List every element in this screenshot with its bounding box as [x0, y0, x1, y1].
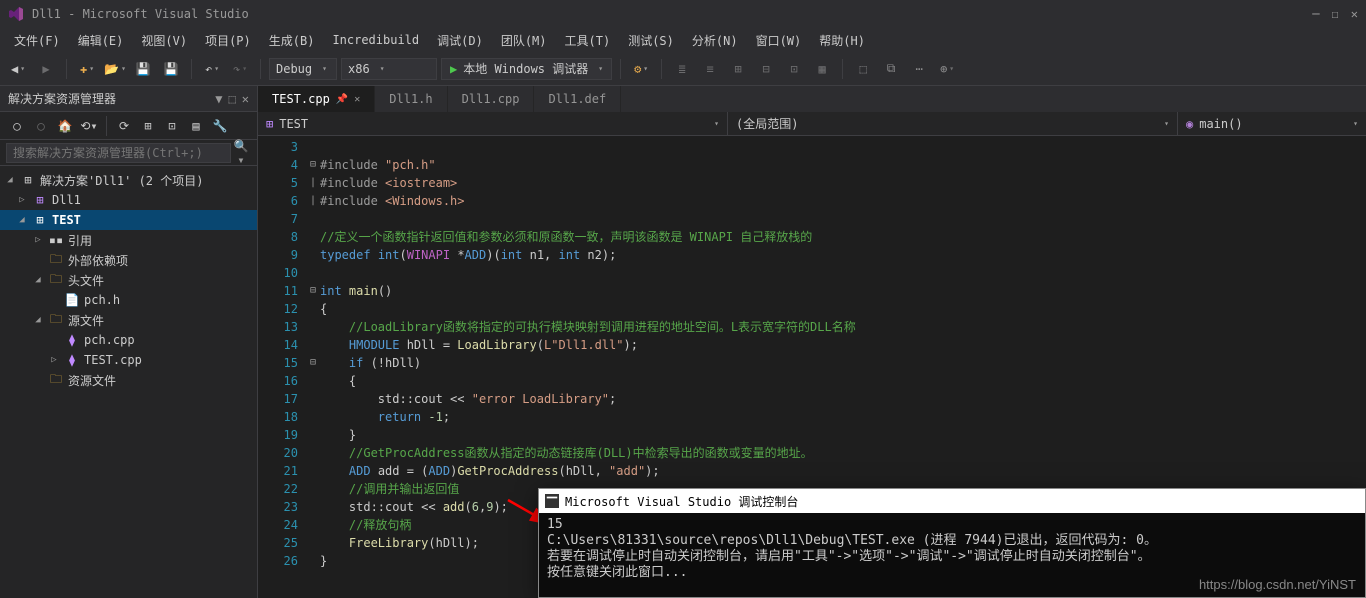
sb-back-icon[interactable]: ◯ — [30, 115, 52, 137]
tool-btn-5[interactable]: ⊟ — [754, 57, 778, 81]
menu-item[interactable]: 测试(S) — [620, 29, 682, 52]
explorer-toolbar: ◯ ◯ 🏠 ⟲▾ ⟳ ⊞ ⊡ ▤ 🔧 — [0, 112, 257, 140]
nav-type[interactable]: (全局范围)▾ — [728, 112, 1178, 135]
panel-dropdown-icon[interactable]: ▼ — [215, 92, 222, 106]
menu-item[interactable]: 视图(V) — [133, 29, 195, 52]
minimize-button[interactable]: ─ — [1312, 7, 1319, 21]
title-bar: Dll1 - Microsoft Visual Studio ─ ☐ ✕ — [0, 0, 1366, 28]
tool-btn-11[interactable]: ⊕ — [935, 57, 959, 81]
tree-sources[interactable]: ◢🗀源文件 — [0, 310, 257, 330]
tool-btn-3[interactable]: ≡ — [698, 57, 722, 81]
explorer-search: 🔍▾ — [0, 140, 257, 166]
start-debug-button[interactable]: ▶本地 Windows 调试器 — [441, 58, 612, 80]
sb-preview-icon[interactable]: ▤ — [185, 115, 207, 137]
editor-tab[interactable]: Dll1.def — [534, 86, 621, 112]
menu-item[interactable]: Incredibuild — [324, 30, 427, 50]
editor-tab[interactable]: Dll1.h — [375, 86, 447, 112]
menu-item[interactable]: 工具(T) — [557, 29, 619, 52]
tool-btn-10[interactable]: ⋯ — [907, 57, 931, 81]
search-icon[interactable]: 🔍▾ — [231, 139, 251, 167]
nav-back-button[interactable]: ◀ — [6, 57, 30, 81]
menu-item[interactable]: 编辑(E) — [70, 29, 132, 52]
tree-resources[interactable]: 🗀资源文件 — [0, 370, 257, 390]
main-toolbar: ◀ ▶ ✚ 📂 💾 💾 ↶ ↷ Debug x86 ▶本地 Windows 调试… — [0, 52, 1366, 86]
menu-item[interactable]: 帮助(H) — [811, 29, 873, 52]
panel-title: 解决方案资源管理器 — [8, 90, 116, 107]
nav-member[interactable]: ◉main()▾ — [1178, 112, 1366, 135]
sb-showall-icon[interactable]: ⊞ — [137, 115, 159, 137]
menu-item[interactable]: 团队(M) — [493, 29, 555, 52]
menu-item[interactable]: 生成(B) — [261, 29, 323, 52]
sb-refresh-icon[interactable]: ⟳ — [113, 115, 135, 137]
nav-scope[interactable]: ⊞TEST▾ — [258, 112, 728, 135]
platform-combo[interactable]: x86 — [341, 58, 437, 80]
menu-item[interactable]: 调试(D) — [429, 29, 491, 52]
tool-btn-4[interactable]: ⊞ — [726, 57, 750, 81]
tool-btn-8[interactable]: ⬚ — [851, 57, 875, 81]
close-button[interactable]: ✕ — [1351, 7, 1358, 21]
window-title: Dll1 - Microsoft Visual Studio — [32, 7, 249, 21]
open-file-button[interactable]: 📂 — [103, 57, 127, 81]
sb-wrench-icon[interactable]: 🔧 — [209, 115, 231, 137]
tree-ext[interactable]: 🗀外部依赖项 — [0, 250, 257, 270]
solution-tree: ◢⊞解决方案'Dll1' (2 个项目) ▷⊞Dll1 ◢⊞TEST ▷▪▪引用… — [0, 166, 257, 598]
tree-pchcpp[interactable]: ⧫pch.cpp — [0, 330, 257, 350]
maximize-button[interactable]: ☐ — [1332, 7, 1339, 21]
panel-header: 解决方案资源管理器 ▼ ⬚ ✕ — [0, 86, 257, 112]
sb-house-icon[interactable]: 🏠 — [54, 115, 76, 137]
editor-tab[interactable]: Dll1.cpp — [448, 86, 535, 112]
tool-btn-1[interactable]: ⚙ — [629, 57, 653, 81]
redo-button[interactable]: ↷ — [228, 57, 252, 81]
tool-btn-9[interactable]: ⧉ — [879, 57, 903, 81]
config-combo[interactable]: Debug — [269, 58, 337, 80]
solution-explorer: 解决方案资源管理器 ▼ ⬚ ✕ ◯ ◯ 🏠 ⟲▾ ⟳ ⊞ ⊡ ▤ 🔧 🔍▾ ◢⊞… — [0, 86, 258, 598]
sb-home-icon[interactable]: ◯ — [6, 115, 28, 137]
panel-close-icon[interactable]: ✕ — [242, 92, 249, 106]
vs-logo-icon — [8, 6, 24, 22]
editor-tab[interactable]: TEST.cpp📌✕ — [258, 86, 375, 112]
window-buttons: ─ ☐ ✕ — [1312, 7, 1358, 21]
menu-item[interactable]: 文件(F) — [6, 29, 68, 52]
nav-fwd-button[interactable]: ▶ — [34, 57, 58, 81]
console-output: 15 C:\Users\81331\source\repos\Dll1\Debu… — [539, 513, 1365, 585]
tree-headers[interactable]: ◢🗀头文件 — [0, 270, 257, 290]
search-input[interactable] — [6, 143, 231, 163]
sb-sync-icon[interactable]: ⟲▾ — [78, 115, 100, 137]
panel-pin-icon[interactable]: ⬚ — [229, 92, 236, 106]
line-gutter: 3456789101112131415161718192021222324252… — [258, 136, 306, 598]
tree-proj-dll1[interactable]: ▷⊞Dll1 — [0, 190, 257, 210]
sb-props-icon[interactable]: ⊡ — [161, 115, 183, 137]
watermark-text: https://blog.csdn.net/YiNST — [1199, 577, 1356, 592]
tree-pchh[interactable]: 📄pch.h — [0, 290, 257, 310]
console-title: Microsoft Visual Studio 调试控制台 — [565, 493, 798, 510]
menu-bar: 文件(F)编辑(E)视图(V)项目(P)生成(B)Incredibuild调试(… — [0, 28, 1366, 52]
tree-refs[interactable]: ▷▪▪引用 — [0, 230, 257, 250]
menu-item[interactable]: 窗口(W) — [748, 29, 810, 52]
new-project-button[interactable]: ✚ — [75, 57, 99, 81]
save-button[interactable]: 💾 — [131, 57, 155, 81]
tool-btn-2[interactable]: ≣ — [670, 57, 694, 81]
tool-btn-7[interactable]: ▦ — [810, 57, 834, 81]
tree-solution[interactable]: ◢⊞解决方案'Dll1' (2 个项目) — [0, 170, 257, 190]
undo-button[interactable]: ↶ — [200, 57, 224, 81]
save-all-button[interactable]: 💾 — [159, 57, 183, 81]
tool-btn-6[interactable]: ⊡ — [782, 57, 806, 81]
console-icon — [545, 494, 559, 508]
tree-proj-test[interactable]: ◢⊞TEST — [0, 210, 257, 230]
fold-gutter[interactable]: ⊟||⊟⊟ — [306, 136, 320, 598]
console-titlebar[interactable]: Microsoft Visual Studio 调试控制台 — [539, 489, 1365, 513]
nav-bar: ⊞TEST▾ (全局范围)▾ ◉main()▾ — [258, 112, 1366, 136]
tree-testcpp[interactable]: ▷⧫TEST.cpp — [0, 350, 257, 370]
editor-tabs: TEST.cpp📌✕Dll1.hDll1.cppDll1.def — [258, 86, 1366, 112]
menu-item[interactable]: 项目(P) — [197, 29, 259, 52]
menu-item[interactable]: 分析(N) — [684, 29, 746, 52]
